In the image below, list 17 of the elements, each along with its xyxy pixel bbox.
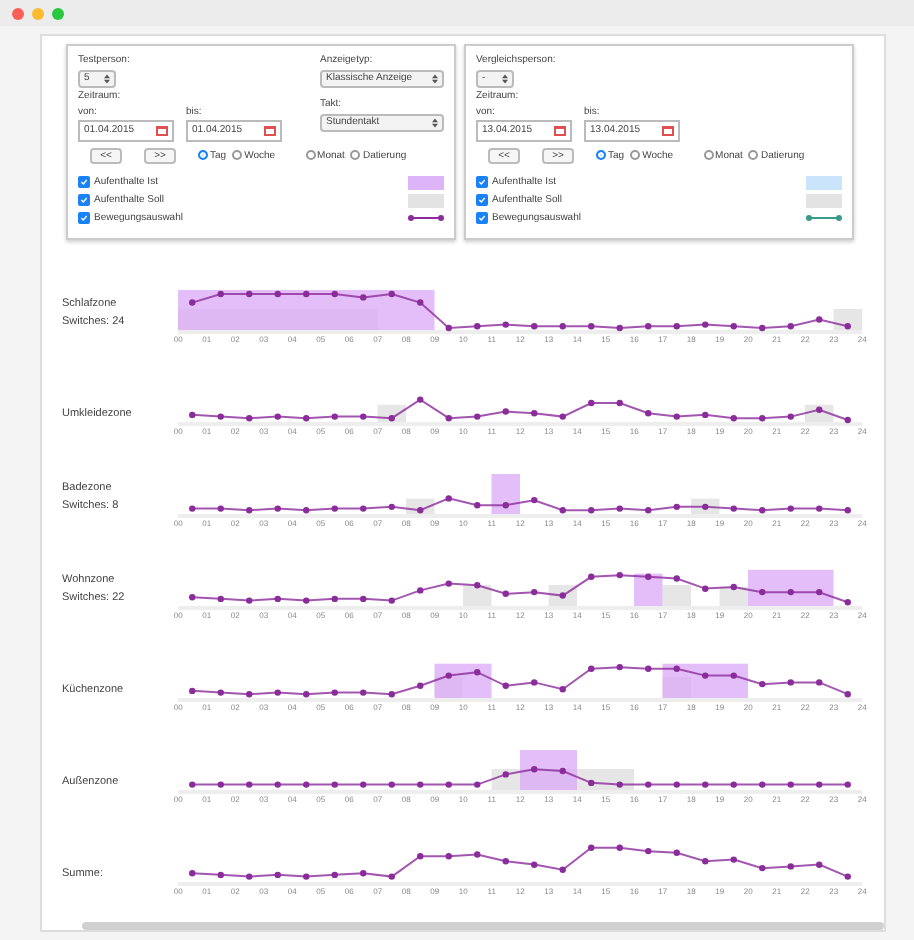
close-button[interactable] xyxy=(12,7,24,19)
checkbox[interactable] xyxy=(476,176,488,188)
checkbox[interactable] xyxy=(78,176,90,188)
stepper-arrows-icon xyxy=(104,73,110,83)
stepper-arrows-icon xyxy=(502,73,508,83)
checkbox[interactable] xyxy=(78,194,90,206)
calendar-icon[interactable] xyxy=(662,124,674,136)
checkbox[interactable] xyxy=(78,212,90,224)
calendar-icon[interactable] xyxy=(554,124,566,136)
calendar-icon[interactable] xyxy=(264,124,276,136)
zoom-button[interactable] xyxy=(52,7,64,19)
checkbox[interactable] xyxy=(476,212,488,224)
stepper-arrows-icon xyxy=(432,117,438,127)
horizontal-scrollbar[interactable] xyxy=(82,922,884,930)
stepper-arrows-icon xyxy=(432,73,438,83)
calendar-icon[interactable] xyxy=(156,124,168,136)
checkbox[interactable] xyxy=(476,194,488,206)
